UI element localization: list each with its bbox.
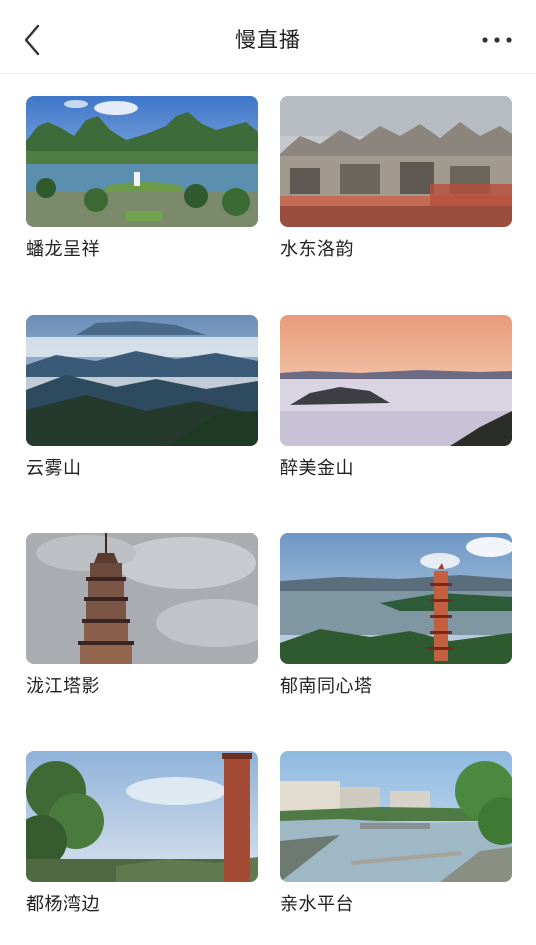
stream-thumbnail[interactable] bbox=[26, 96, 258, 227]
stream-label: 泷江塔影 bbox=[26, 676, 100, 697]
stream-label: 亲水平台 bbox=[280, 894, 354, 915]
stream-thumbnail[interactable] bbox=[280, 315, 512, 446]
stream-thumbnail[interactable] bbox=[26, 315, 258, 446]
stream-label: 醉美金山 bbox=[280, 458, 354, 479]
stream-label: 都杨湾边 bbox=[26, 894, 100, 915]
stream-thumbnail[interactable] bbox=[280, 533, 512, 664]
stream-label: 水东洛韵 bbox=[280, 239, 354, 260]
stream-thumbnail[interactable] bbox=[280, 751, 512, 882]
stream-card-qinshui[interactable]: 亲水平台 bbox=[280, 751, 512, 918]
stream-card-shuidong[interactable]: 水东洛韵 bbox=[280, 96, 512, 263]
stream-card-jinshan[interactable]: 醉美金山 bbox=[280, 315, 512, 482]
stream-card-duyangwanbian[interactable]: 都杨湾边 bbox=[26, 751, 258, 918]
more-options-button[interactable] bbox=[480, 28, 516, 52]
stream-thumbnail[interactable] bbox=[26, 751, 258, 882]
stream-label: 蟠龙呈祥 bbox=[26, 239, 100, 260]
stream-card-longjiang[interactable]: 泷江塔影 bbox=[26, 533, 258, 700]
stream-label: 郁南同心塔 bbox=[280, 676, 373, 697]
stream-card-tongxinta[interactable]: 郁南同心塔 bbox=[280, 533, 512, 700]
stream-label: 云雾山 bbox=[26, 458, 82, 479]
stream-thumbnail[interactable] bbox=[26, 533, 258, 664]
stream-thumbnail[interactable] bbox=[280, 96, 512, 227]
page-title: 慢直播 bbox=[235, 28, 301, 52]
stream-card-yunwushan[interactable]: 云雾山 bbox=[26, 315, 258, 482]
stream-card-panlong[interactable]: 蟠龙呈祥 bbox=[26, 96, 258, 263]
more-horizontal-icon bbox=[482, 37, 512, 43]
top-navigation-bar: 慢直播 bbox=[0, 0, 536, 74]
